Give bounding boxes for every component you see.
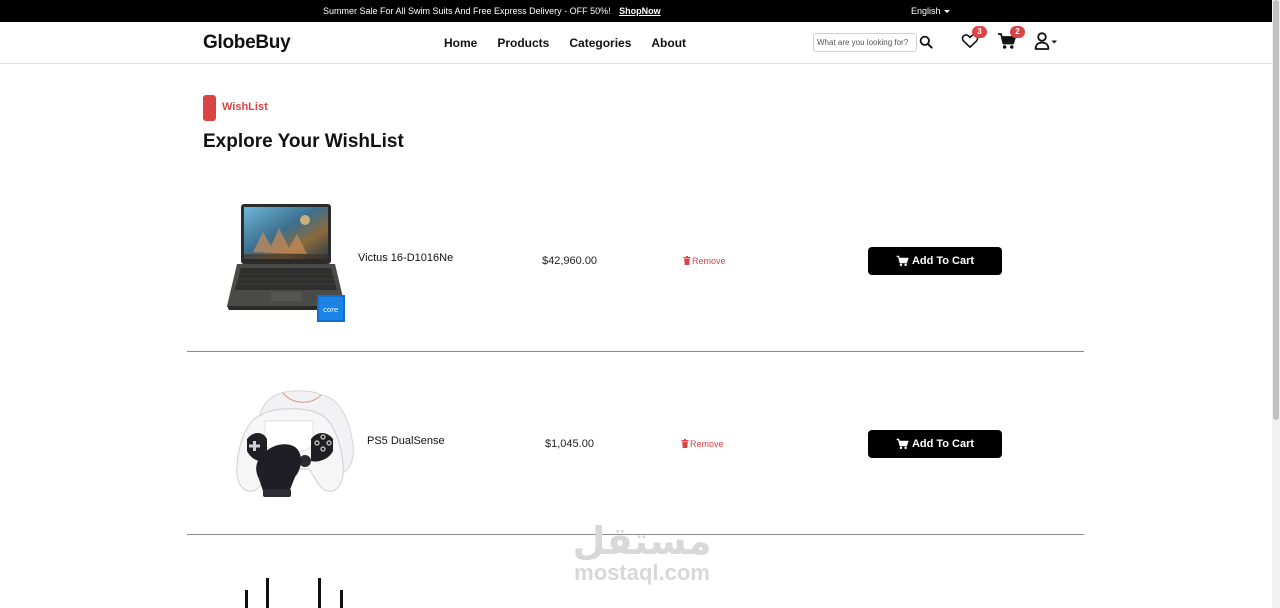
promo-message: Summer Sale For All Swim Suits And Free … (323, 6, 661, 16)
trash-icon (681, 439, 689, 448)
product-image-partial[interactable] (240, 576, 350, 608)
add-to-cart-button[interactable]: Add To Cart (868, 247, 1002, 275)
page-title: Explore Your WishList (203, 131, 404, 152)
scrollbar-thumb[interactable] (1273, 0, 1279, 420)
add-to-cart-label: Add To Cart (911, 255, 975, 267)
nav-link-categories[interactable]: Categories (569, 36, 631, 50)
language-label: English (911, 6, 941, 16)
cart-count-badge: 2 (1010, 26, 1025, 38)
product-price: $1,045.00 (545, 438, 594, 450)
logo[interactable]: GlobeBuy (203, 32, 291, 54)
nav-link-home[interactable]: Home (444, 36, 477, 50)
remove-button[interactable]: Remove (681, 439, 724, 449)
promo-shopnow-link[interactable]: ShopNow (619, 6, 661, 16)
nav-link-about[interactable]: About (651, 36, 686, 50)
cart-icon (896, 255, 909, 267)
account-menu-button[interactable] (1034, 31, 1060, 51)
language-select[interactable]: English (911, 6, 950, 16)
user-icon (1034, 32, 1057, 50)
watermark-latin: mostaql.com (574, 560, 710, 585)
wishlist-count-badge: 3 (972, 26, 987, 38)
wishlist-item: core Victus 16-D1016Ne $42,960.00 Remove… (187, 169, 1084, 352)
cart-icon (896, 438, 909, 450)
product-image-laptop[interactable]: core (223, 202, 347, 324)
section-tag-marker (203, 95, 216, 121)
search-input[interactable] (813, 33, 917, 52)
section-tag-label: WishList (222, 101, 268, 113)
nav-link-products[interactable]: Products (497, 36, 549, 50)
add-to-cart-label: Add To Cart (911, 438, 975, 450)
trash-icon (683, 256, 691, 265)
remove-label: Remove (692, 256, 726, 266)
svg-text:core: core (323, 306, 338, 314)
scrollbar[interactable] (1272, 0, 1280, 608)
product-name[interactable]: Victus 16-D1016Ne (358, 252, 453, 264)
promo-text: Summer Sale For All Swim Suits And Free … (323, 6, 614, 16)
product-name[interactable]: PS5 DualSense (367, 435, 445, 447)
remove-button[interactable]: Remove (683, 256, 726, 266)
nav-links: Home Products Categories About (444, 36, 686, 50)
product-image-controller[interactable] (233, 385, 357, 501)
product-price: $42,960.00 (542, 255, 598, 267)
remove-label: Remove (690, 439, 724, 449)
promo-bar: Summer Sale For All Swim Suits And Free … (0, 0, 1272, 22)
wishlist-item: PS5 DualSense $1,045.00 Remove Add To Ca… (187, 352, 1084, 535)
main-nav: GlobeBuy Home Products Categories About … (0, 22, 1272, 64)
add-to-cart-button[interactable]: Add To Cart (868, 430, 1002, 458)
chevron-down-icon (943, 10, 950, 14)
search-icon[interactable] (919, 35, 933, 49)
